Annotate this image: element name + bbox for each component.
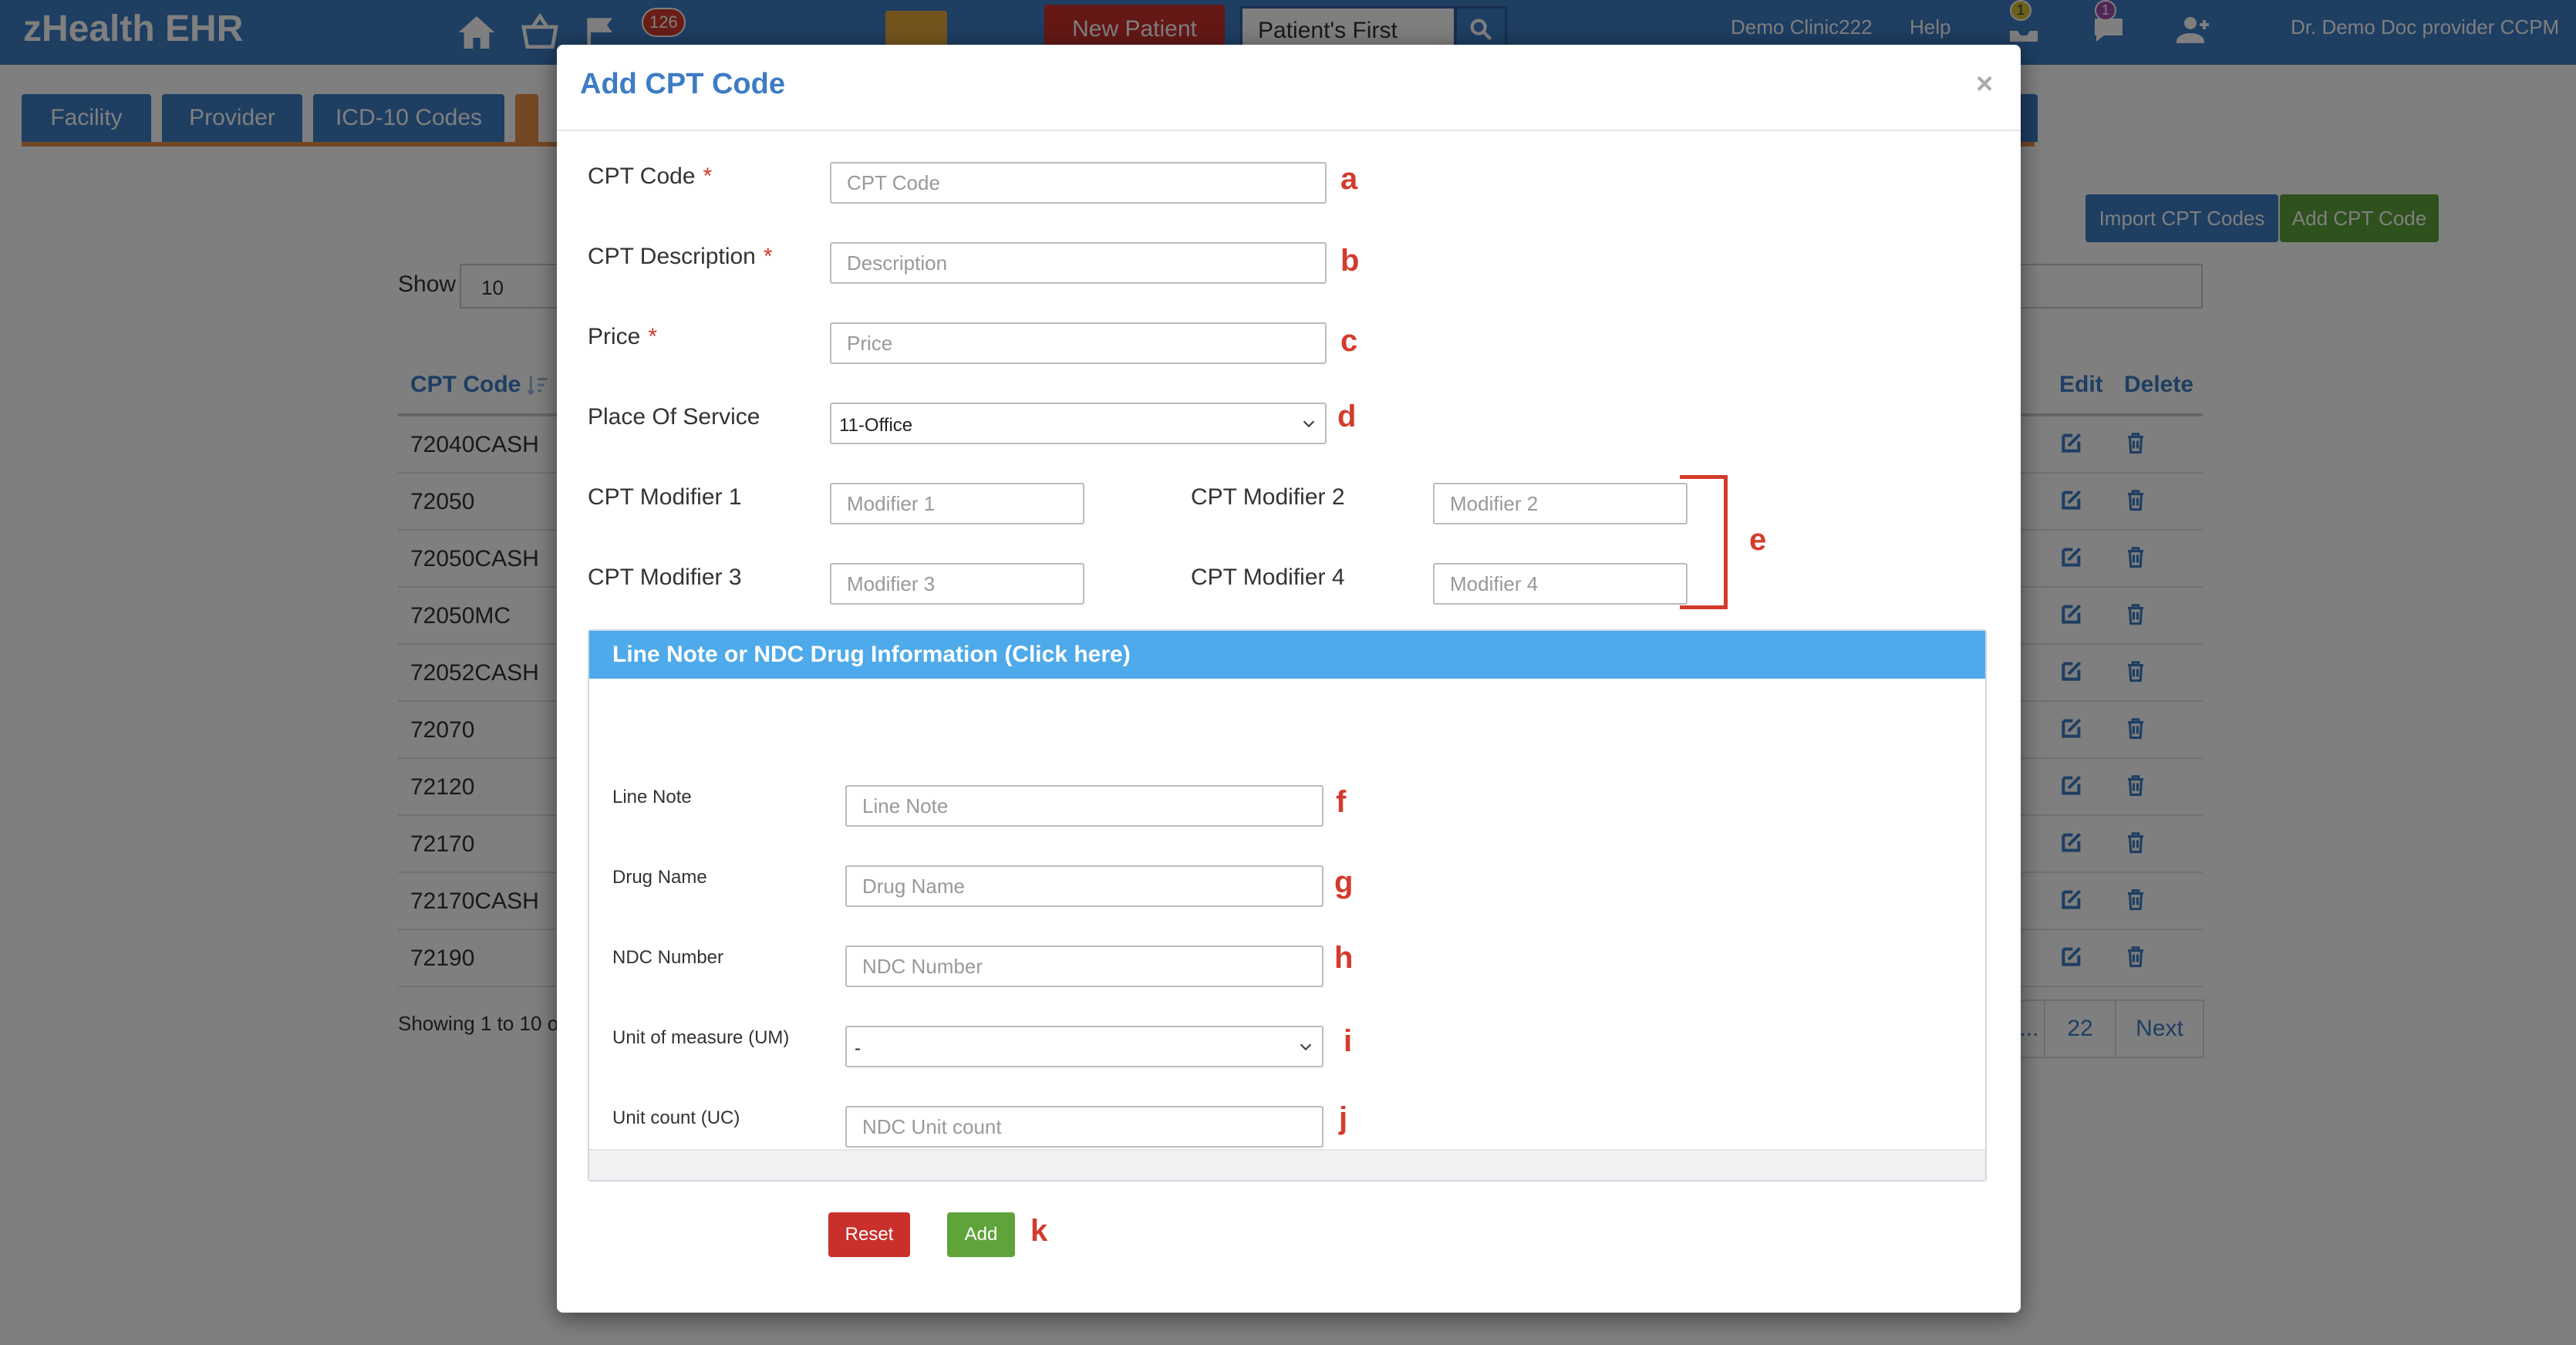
annotation-bracket — [1680, 475, 1728, 609]
ndc-number-label: NDC Number — [612, 947, 724, 968]
annotation-marker-g: g — [1334, 865, 1354, 899]
cpt-description-label: CPT Description * — [588, 244, 773, 269]
annotation-marker-f: f — [1336, 785, 1347, 819]
cpt-modifier-2-label: CPT Modifier 2 — [1191, 484, 1345, 510]
modal-header-divider — [557, 130, 2021, 131]
annotation-marker-h: h — [1334, 941, 1354, 975]
unit-count-label: Unit count (UC) — [612, 1107, 740, 1128]
cpt-modifier-1-label: CPT Modifier 1 — [588, 484, 742, 510]
cpt-modifier-2-input[interactable] — [1433, 483, 1688, 524]
ndc-number-input[interactable] — [845, 946, 1323, 987]
annotation-marker-a: a — [1340, 162, 1358, 196]
ndc-panel-header[interactable]: Line Note or NDC Drug Information (Click… — [589, 631, 1985, 679]
unit-of-measure-label: Unit of measure (UM) — [612, 1027, 790, 1048]
line-note-input[interactable] — [845, 785, 1323, 827]
price-label: Price * — [588, 324, 658, 349]
place-of-service-label: Place Of Service — [588, 404, 760, 430]
annotation-marker-c: c — [1340, 324, 1358, 358]
add-button[interactable]: Add — [947, 1212, 1015, 1257]
unit-count-input[interactable] — [845, 1106, 1323, 1148]
annotation-marker-e: e — [1749, 523, 1767, 557]
cpt-modifier-1-input[interactable] — [830, 483, 1084, 524]
required-marker: * — [648, 324, 658, 349]
annotation-marker-i: i — [1344, 1024, 1353, 1058]
unit-of-measure-select[interactable]: - — [845, 1026, 1323, 1067]
unit-of-measure-value: - — [855, 1038, 861, 1059]
price-input[interactable] — [830, 322, 1327, 364]
cpt-modifier-4-label: CPT Modifier 4 — [1191, 565, 1345, 590]
close-icon[interactable]: × — [1976, 68, 1993, 101]
cpt-code-label: CPT Code * — [588, 163, 713, 189]
drug-name-label: Drug Name — [612, 867, 707, 888]
place-of-service-value: 11-Office — [839, 415, 913, 436]
required-marker: * — [703, 163, 713, 189]
required-marker: * — [763, 244, 773, 269]
add-cpt-code-modal: Add CPT Code × CPT Code* a CPT Descripti… — [557, 45, 2021, 1313]
reset-button[interactable]: Reset — [828, 1212, 910, 1257]
cpt-modifier-3-input[interactable] — [830, 563, 1084, 605]
chevron-down-icon — [1300, 1043, 1312, 1051]
modal-title: Add CPT Code — [580, 68, 785, 100]
place-of-service-select[interactable]: 11-Office — [830, 403, 1327, 444]
chevron-down-icon — [1303, 420, 1315, 428]
ndc-panel-footer — [589, 1149, 1985, 1180]
annotation-marker-k: k — [1030, 1214, 1048, 1248]
cpt-modifier-3-label: CPT Modifier 3 — [588, 565, 742, 590]
cpt-description-input[interactable] — [830, 242, 1327, 284]
annotation-marker-b: b — [1340, 244, 1360, 278]
line-note-label: Line Note — [612, 787, 692, 807]
cpt-modifier-4-input[interactable] — [1433, 563, 1688, 605]
ndc-drug-panel: Line Note or NDC Drug Information (Click… — [588, 629, 1987, 1182]
cpt-code-input[interactable] — [830, 162, 1327, 204]
drug-name-input[interactable] — [845, 865, 1323, 907]
annotation-marker-j: j — [1339, 1101, 1348, 1135]
annotation-marker-d: d — [1337, 399, 1357, 433]
